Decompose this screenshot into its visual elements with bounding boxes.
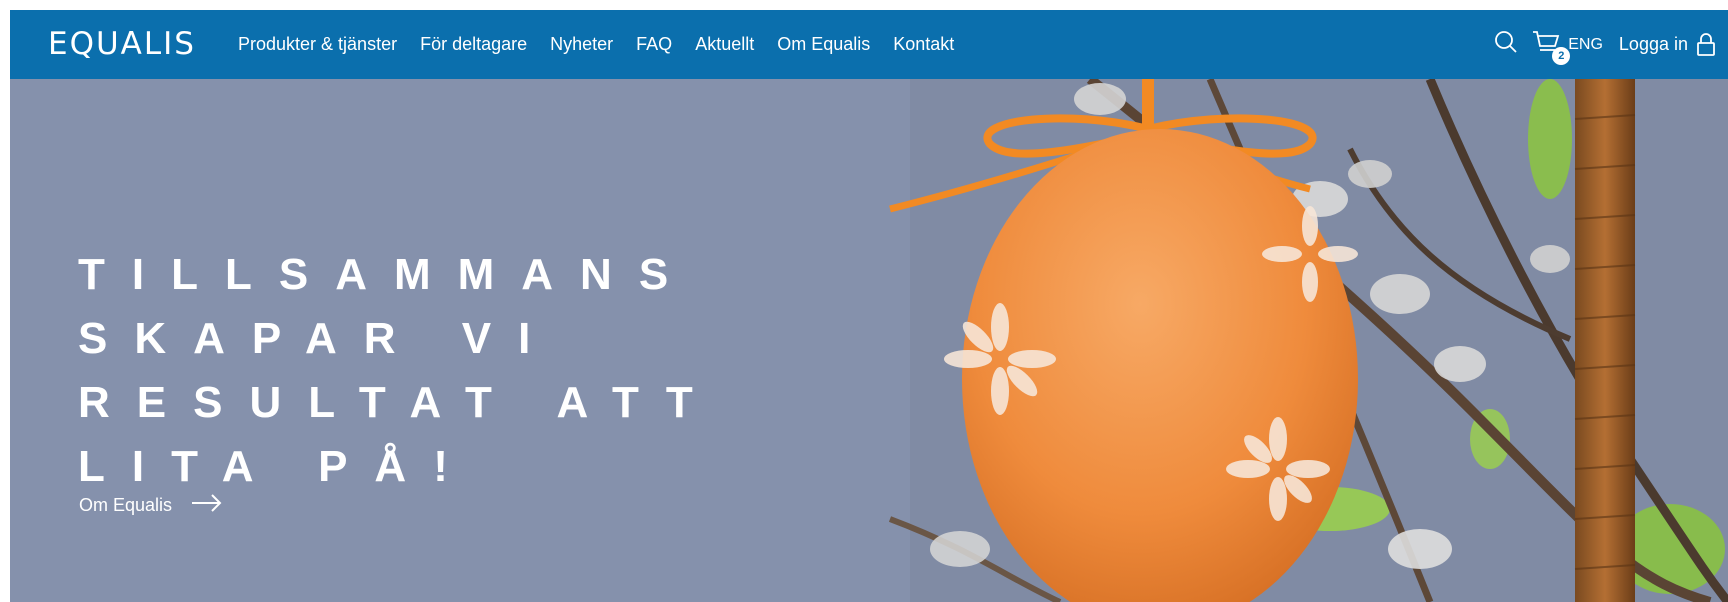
- nav-produkter-tjanster[interactable]: Produkter & tjänster: [238, 34, 397, 55]
- hero-banner: TILLSAMMANS SKAPAR VI RESULTAT ATT LITA …: [10, 79, 1728, 602]
- lock-icon[interactable]: [1696, 32, 1716, 57]
- nav-for-deltagare[interactable]: För deltagare: [420, 34, 527, 55]
- nav-om-equalis[interactable]: Om Equalis: [777, 34, 870, 55]
- search-button[interactable]: [1494, 30, 1518, 59]
- nav-nyheter[interactable]: Nyheter: [550, 34, 613, 55]
- cart-button[interactable]: 2: [1532, 29, 1571, 65]
- nav-aktuellt[interactable]: Aktuellt: [695, 34, 754, 55]
- hero-title-line: RESULTAT ATT: [78, 378, 720, 427]
- arrow-right-icon: [172, 494, 222, 517]
- nav-faq[interactable]: FAQ: [636, 34, 672, 55]
- hero-title-line: TILLSAMMANS: [78, 250, 696, 299]
- page: EQUALIS Produkter & tjänster För deltaga…: [10, 10, 1728, 602]
- search-icon: [1494, 30, 1518, 59]
- hero-title-line: SKAPAR VI: [78, 314, 558, 363]
- language-switch[interactable]: ENG: [1568, 36, 1603, 54]
- hero-title-line: LITA PÅ!: [78, 442, 475, 491]
- om-equalis-link[interactable]: Om Equalis: [79, 494, 222, 517]
- nav-kontakt[interactable]: Kontakt: [893, 34, 954, 55]
- header-tools: 2 ENG Logga in: [1494, 10, 1716, 79]
- hero-link-label: Om Equalis: [79, 495, 173, 515]
- site-header: EQUALIS Produkter & tjänster För deltaga…: [10, 10, 1728, 79]
- login-link[interactable]: Logga in: [1619, 34, 1688, 55]
- main-nav: Produkter & tjänster För deltagare Nyhet…: [238, 10, 977, 79]
- hero-title: TILLSAMMANS SKAPAR VI RESULTAT ATT LITA …: [78, 243, 798, 499]
- logo[interactable]: EQUALIS: [48, 26, 196, 62]
